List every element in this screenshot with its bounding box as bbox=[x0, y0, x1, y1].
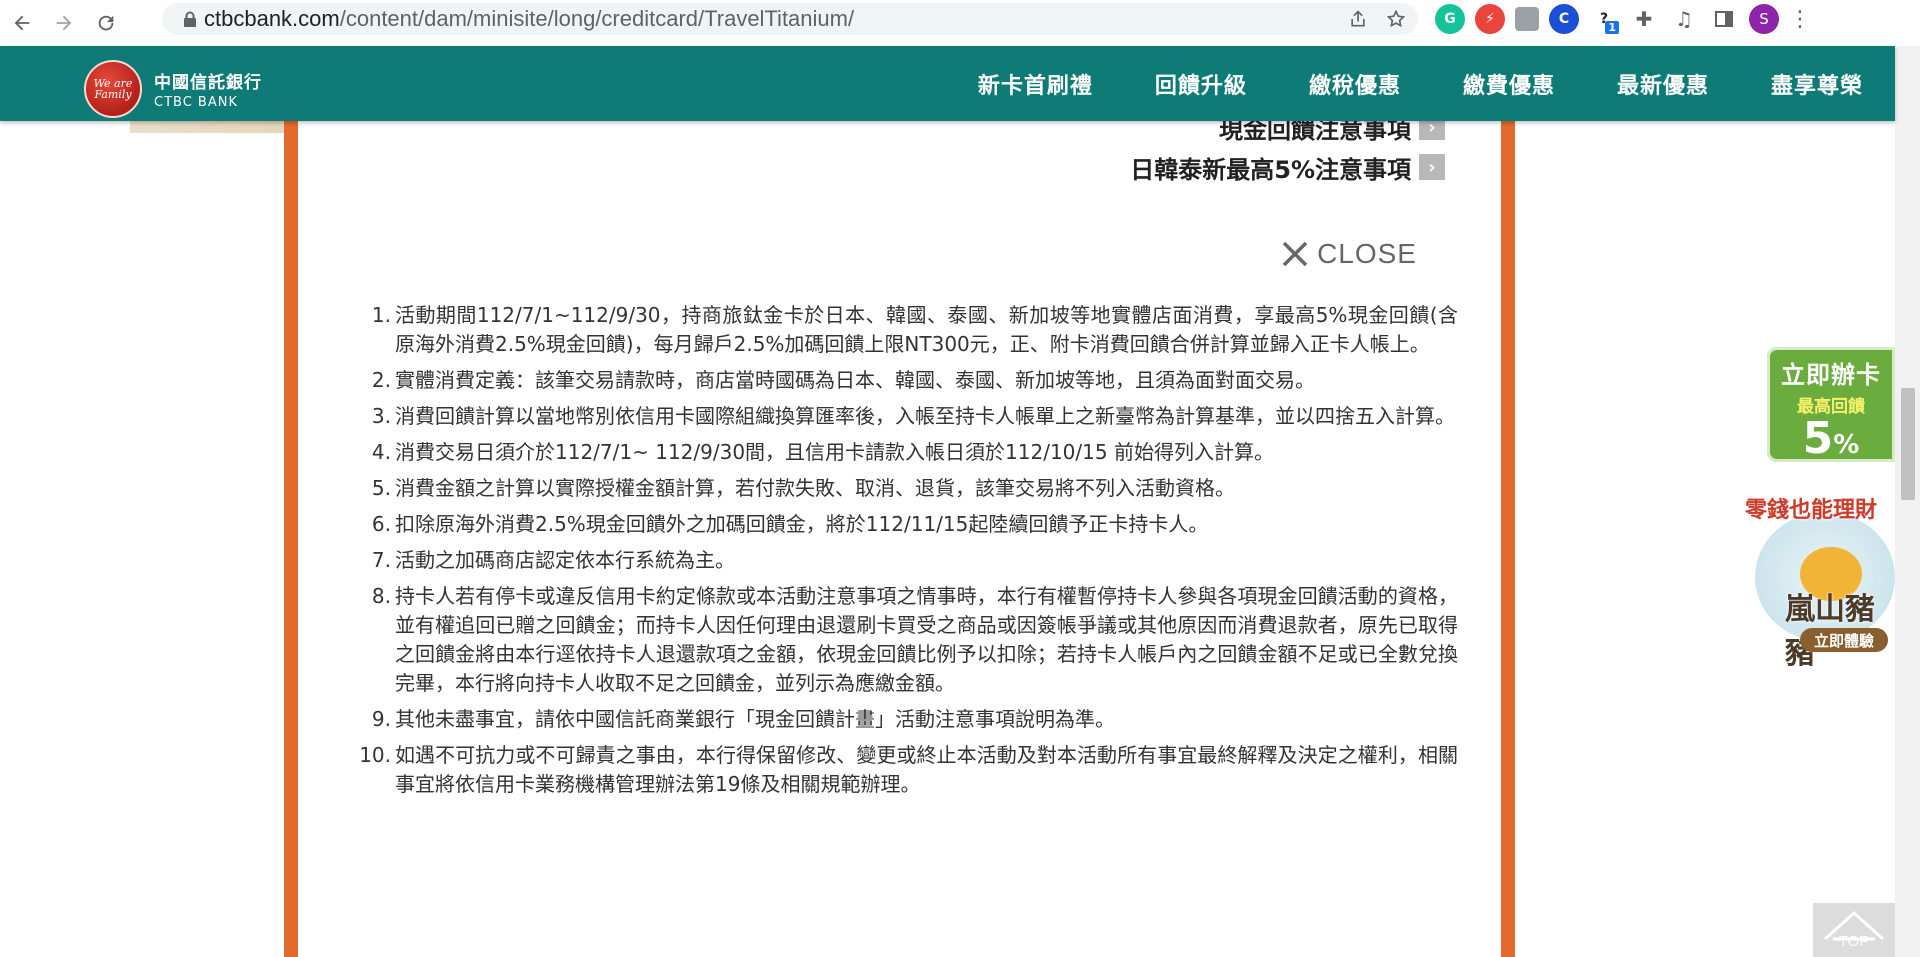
list-item: 5. 消費金額之計算以實際授權金額計算，若付款失敗、取消、退貨，該筆交易將不列入活… bbox=[371, 476, 1235, 500]
nav-bill-offer[interactable]: 繳費優惠 bbox=[1463, 68, 1555, 100]
arrow-right-icon bbox=[56, 15, 72, 31]
media-control-icon[interactable]: ♫ bbox=[1669, 4, 1699, 34]
list-item: 2. 實體消費定義：該筆交易請款時，商店當時國碼為日本、韓國、泰國、新加坡等地，且… bbox=[371, 368, 1315, 392]
nav-tax-offer[interactable]: 繳稅優惠 bbox=[1309, 68, 1401, 100]
extension-badge: 1 bbox=[1605, 21, 1619, 34]
list-item: 10. 如遇不可抗力或不可歸責之事由，本行得保留修改、變更或終止本活動及對本活動所… bbox=[359, 743, 1458, 796]
profile-avatar[interactable]: S bbox=[1749, 4, 1779, 34]
nav-first-swipe-gift[interactable]: 新卡首刷禮 bbox=[978, 68, 1093, 100]
terms-modal: 現金回饋注意事項 › 日韓泰新最高5%注意事項 › CLOSE 1. 活動期間11… bbox=[284, 114, 1515, 957]
grammarly-extension-icon[interactable]: G bbox=[1435, 4, 1465, 34]
close-icon bbox=[1282, 241, 1308, 267]
c-extension-icon[interactable]: C bbox=[1549, 4, 1579, 34]
forward-button[interactable] bbox=[44, 5, 84, 41]
nav-latest-offer[interactable]: 最新優惠 bbox=[1617, 68, 1709, 100]
bookmark-star-icon[interactable] bbox=[1384, 7, 1408, 31]
list-item: 4. 消費交易日須介於112/7/1~ 112/9/30間，且信用卡請款入帳日須於… bbox=[371, 440, 1274, 464]
scroll-thumb[interactable] bbox=[1901, 388, 1915, 500]
nav-reward-upgrade[interactable]: 回饋升級 bbox=[1155, 68, 1247, 100]
address-bar[interactable]: ctbcbank.com/content/dam/minisite/long/c… bbox=[162, 3, 1418, 35]
logo-english-name: CTBC BANK bbox=[154, 95, 238, 110]
menu-kebab-icon[interactable]: ⋮ bbox=[1789, 7, 1811, 32]
pig-headline: 零錢也能理財 bbox=[1745, 498, 1878, 523]
site-header: We are Family 中國信託銀行 CTBC BANK 新卡首刷禮 回饋升… bbox=[0, 46, 1895, 121]
browser-toolbar: ctbcbank.com/content/dam/minisite/long/c… bbox=[0, 0, 1920, 47]
apply-percent: 5% bbox=[1802, 413, 1860, 464]
back-button[interactable] bbox=[2, 5, 42, 41]
main-nav: 新卡首刷禮 回饋升級 繳稅優惠 繳費優惠 最新優惠 盡享尊榮 bbox=[978, 46, 1863, 121]
logo-chinese-name: 中國信託銀行 bbox=[154, 73, 262, 93]
page-scrollbar[interactable] bbox=[1895, 46, 1920, 957]
share-icon[interactable] bbox=[1346, 7, 1370, 31]
lock-icon[interactable] bbox=[176, 11, 204, 27]
lightning-extension-icon[interactable]: ⚡ bbox=[1475, 4, 1505, 34]
piggy-promo-widget[interactable]: 零錢也能理財 嵐山豬豬 立即體驗 bbox=[1745, 492, 1895, 671]
apply-title: 立即辦卡 bbox=[1781, 361, 1881, 389]
ctbc-logo[interactable]: We are Family 中國信託銀行 CTBC BANK bbox=[84, 60, 262, 118]
list-item: 6. 扣除原海外消費2.5%現金回饋外之加碼回饋金，將於112/11/15起陸續回… bbox=[371, 512, 1209, 536]
list-item: 9. 其他未盡事宜，請依中國信託商業銀行「現金回饋計畫」活動注意事項說明為準。 bbox=[371, 707, 1115, 731]
reload-icon bbox=[98, 15, 114, 31]
list-item: 1. 活動期間112/7/1~112/9/30，持商旅鈦金卡於日本、韓國、泰國、新… bbox=[371, 303, 1458, 356]
side-panel-icon[interactable] bbox=[1709, 4, 1739, 34]
close-button[interactable]: CLOSE bbox=[1281, 238, 1417, 270]
terms-list: 1. 活動期間112/7/1~112/9/30，持商旅鈦金卡於日本、韓國、泰國、新… bbox=[358, 301, 1458, 806]
list-item: 7. 活動之加碼商店認定依本行系統為主。 bbox=[371, 548, 735, 572]
apply-card-widget[interactable]: 立即辦卡 最高回饋 5% bbox=[1767, 347, 1895, 462]
nav-privileges[interactable]: 盡享尊榮 bbox=[1771, 68, 1863, 100]
list-item: 3. 消費回饋計算以當地幣別依信用卡國際組織換算匯率後，入帳至持卡人帳單上之新臺幣… bbox=[371, 404, 1455, 428]
try-now-button[interactable]: 立即體驗 bbox=[1800, 628, 1888, 652]
clipboard-extension-icon[interactable] bbox=[1515, 7, 1539, 31]
unknown-extension-icon[interactable]: ? 1 bbox=[1589, 4, 1619, 34]
arrow-left-icon bbox=[14, 15, 30, 31]
puzzle-icon[interactable]: ✚ bbox=[1629, 4, 1659, 34]
list-item: 8. 持卡人若有停卡或違反信用卡約定條款或本活動注意事項之情事時，本行有權暫停持卡… bbox=[371, 584, 1458, 695]
reload-button[interactable] bbox=[86, 5, 126, 41]
logo-mark: We are Family bbox=[84, 60, 142, 118]
chevron-right-icon: › bbox=[1419, 154, 1445, 180]
back-to-top-button[interactable]: TOP bbox=[1813, 903, 1895, 957]
jkts-notice-link[interactable]: 日韓泰新最高5%注意事項 › bbox=[1130, 147, 1445, 187]
url-text: ctbcbank.com/content/dam/minisite/long/c… bbox=[204, 6, 855, 31]
